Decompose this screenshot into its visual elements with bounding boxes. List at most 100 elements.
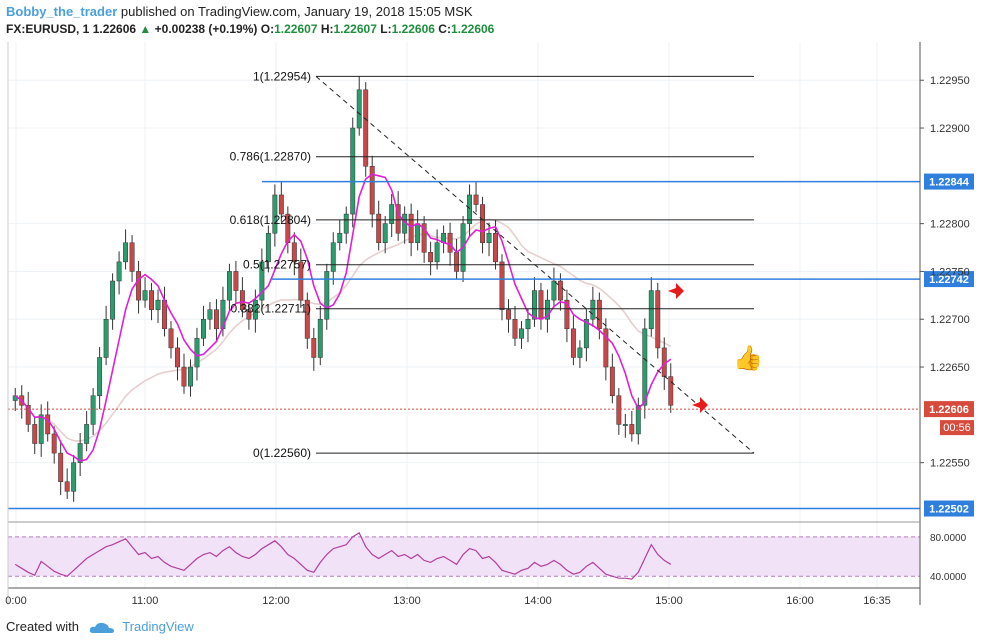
x-tick-label: 0:00 <box>5 595 26 607</box>
candle-body <box>103 318 109 358</box>
fib-level-label: 0(1.22560) <box>253 446 311 460</box>
candle-body <box>110 280 116 320</box>
candle-body <box>90 395 96 425</box>
fib-level-label: 1(1.22954) <box>253 69 311 83</box>
y-tick-label: 1.22700 <box>930 314 970 326</box>
countdown-label: 00:56 <box>943 422 971 434</box>
candle-body <box>45 414 51 435</box>
candle-body <box>64 481 70 492</box>
x-tick-label: 13:00 <box>393 595 421 607</box>
candle-body <box>142 290 148 301</box>
candle-body <box>506 309 511 320</box>
candle-body <box>226 271 232 301</box>
fib-level-label: 0.618(1.22804) <box>230 213 311 227</box>
x-tick-label: 12:00 <box>262 595 290 607</box>
rsi-panel: 80.0000 40.0000 <box>8 532 967 583</box>
candle-body <box>58 452 64 483</box>
chart-grid <box>8 42 920 588</box>
candle-body <box>512 318 518 339</box>
candle-body <box>207 309 213 320</box>
candle-body <box>538 290 544 320</box>
candle-body <box>181 366 187 387</box>
candle-body <box>201 318 206 339</box>
candle-body <box>408 213 414 244</box>
candle-body <box>343 213 349 234</box>
candle-body <box>376 213 382 244</box>
candle-body <box>428 252 434 263</box>
level-price-label: 1.22844 <box>929 177 970 189</box>
candle-body <box>486 232 492 244</box>
rsi-band <box>8 536 920 577</box>
candle-body <box>363 89 369 167</box>
rsi-axis-label: 40.0000 <box>930 572 967 583</box>
candle-body <box>311 338 317 358</box>
candle-body <box>188 366 193 387</box>
candle-body <box>382 223 388 244</box>
candle-body <box>480 204 485 244</box>
annotations: 👍 <box>668 283 763 413</box>
x-tick-label: 16:35 <box>863 595 891 607</box>
candle-body <box>570 328 576 358</box>
candle-body <box>668 376 674 406</box>
candle-body <box>493 232 498 263</box>
candle-body <box>175 347 180 368</box>
candle-body <box>116 261 122 282</box>
x-tick-label: 11:00 <box>132 595 159 607</box>
arrow-left-icon <box>668 283 684 299</box>
candle-body <box>32 424 38 444</box>
candle-body <box>350 127 356 215</box>
candle-body <box>389 204 395 224</box>
candle-body <box>519 328 524 339</box>
candle-body <box>149 290 154 310</box>
fib-level-label: 0.5(1.22757) <box>243 258 311 272</box>
y-tick-label: 1.22950 <box>930 75 970 87</box>
candle-body <box>97 357 103 396</box>
candle-body <box>596 299 602 330</box>
last-price-label: 1.22606 <box>929 404 969 416</box>
candle-body <box>123 242 129 263</box>
candle-body <box>213 309 219 330</box>
candle-body <box>317 318 323 358</box>
fib-level-label: 0.382(1.22711) <box>230 302 311 316</box>
horizontal-levels[interactable]: 1.228441.227421.225021.2260600:56 <box>8 173 974 517</box>
candle-body <box>616 395 622 425</box>
candle-body <box>356 89 362 129</box>
candle-body <box>129 242 135 272</box>
x-tick-label: 15:00 <box>655 595 683 607</box>
level-price-label: 1.22502 <box>929 504 969 516</box>
candle-body <box>473 194 479 205</box>
y-tick-label: 1.22750 <box>930 266 970 278</box>
candle-body <box>136 271 142 301</box>
y-tick-label: 1.22550 <box>930 458 970 470</box>
candle-body <box>51 433 57 454</box>
candle-body <box>642 328 648 406</box>
candle-body <box>38 414 44 444</box>
candle-body <box>278 194 284 215</box>
arrow-left-icon <box>692 397 708 413</box>
candle-body <box>532 290 537 320</box>
candle-body <box>71 462 77 492</box>
y-tick-label: 1.22900 <box>930 123 970 135</box>
candle-body <box>557 280 563 301</box>
x-tick-label: 14:00 <box>524 595 552 607</box>
candle-body <box>609 366 615 396</box>
candle-body <box>194 338 200 368</box>
tradingview-cloud-icon <box>89 622 114 633</box>
created-with-text: Created with <box>6 619 79 634</box>
footer: Created with TradingView <box>6 619 194 635</box>
price-chart[interactable]: 1(1.22954) 0.786(1.22870) 0.618(1.22804) 0.… <box>0 0 982 644</box>
x-tick-label: 16:00 <box>786 595 814 607</box>
candle-body <box>590 299 596 320</box>
candle-body <box>447 232 453 253</box>
candle-body <box>337 232 343 244</box>
candle-body <box>499 261 505 310</box>
axes: 1.22950 1.22900 1.22800 1.22750 1.22700 1.226… <box>5 42 970 607</box>
candle-body <box>168 328 174 349</box>
candle-body <box>577 347 583 358</box>
candle-body <box>434 242 440 263</box>
candle-body <box>155 299 161 310</box>
candle-body <box>629 424 635 435</box>
tradingview-link[interactable]: TradingView <box>122 619 194 634</box>
candle-body <box>330 242 336 272</box>
candle-body <box>233 271 239 291</box>
